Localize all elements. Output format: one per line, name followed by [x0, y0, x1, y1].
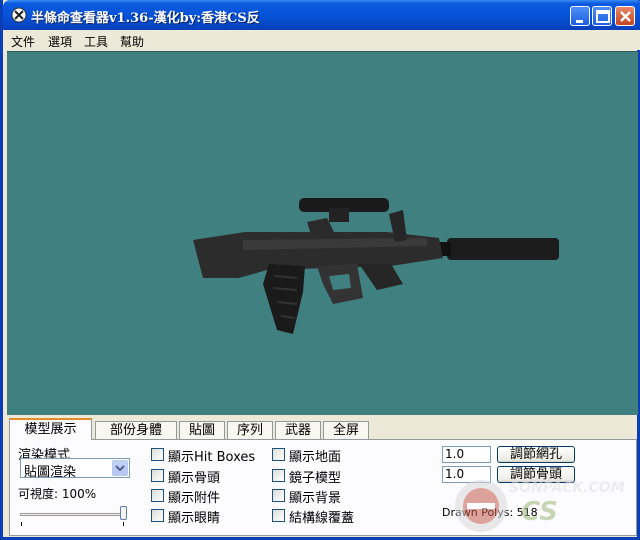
- tab-textures[interactable]: 貼圖: [179, 421, 225, 440]
- maximize-icon: [596, 10, 610, 23]
- minimize-icon: [576, 20, 583, 23]
- close-icon: [620, 11, 631, 22]
- mesh-value-input[interactable]: 1.0: [442, 446, 491, 463]
- show-eyes-label: 顯示眼睛: [168, 511, 221, 526]
- render-mode-select[interactable]: 貼圖渲染: [20, 458, 130, 480]
- show-background-label: 顯示背景: [289, 491, 342, 506]
- adjust-mesh-button[interactable]: 調節網孔: [497, 446, 575, 463]
- maximize-button[interactable]: [592, 6, 612, 26]
- render-mode-value: 貼圖渲染: [24, 465, 77, 480]
- menu-bar: 文件 選項 工具 幫助: [3, 30, 640, 50]
- show-bones-label: 顯示骨頭: [168, 471, 221, 486]
- show-background-checkbox[interactable]: [272, 489, 285, 502]
- model-viewport[interactable]: [7, 51, 638, 415]
- menu-options[interactable]: 選項: [48, 33, 72, 50]
- wireframe-overlay-label: 結構線覆蓋: [289, 511, 355, 526]
- slider-tick: [123, 522, 124, 526]
- show-eyes-checkbox[interactable]: [151, 509, 164, 522]
- mirror-model-checkbox[interactable]: [272, 469, 285, 482]
- show-ground-checkbox[interactable]: [272, 448, 285, 461]
- slider-tick: [21, 522, 22, 526]
- menu-help[interactable]: 幫助: [120, 33, 144, 50]
- menu-tools[interactable]: 工具: [84, 33, 108, 50]
- show-hitboxes-checkbox[interactable]: [151, 448, 164, 461]
- mirror-model-label: 鏡子模型: [289, 471, 342, 486]
- tab-weapons[interactable]: 武器: [275, 421, 321, 440]
- window-title: 半條命查看器v1.36-漢化by:香港CS反: [31, 11, 260, 26]
- show-ground-label: 顯示地面: [289, 450, 342, 465]
- show-hitboxes-label: 顯示Hit Boxes: [168, 450, 256, 465]
- title-bar[interactable]: 半條命查看器v1.36-漢化by:香港CS反: [3, 0, 640, 30]
- visibility-label: 可視度: 100%: [18, 487, 97, 501]
- minimize-button[interactable]: [570, 6, 590, 26]
- close-button[interactable]: [615, 6, 635, 26]
- visibility-slider-thumb[interactable]: [120, 506, 127, 520]
- tab-fullscreen[interactable]: 全屏: [323, 421, 369, 440]
- app-window: 半條命查看器v1.36-漢化by:香港CS反 文件 選項 工具 幫助 模型展示 …: [0, 0, 640, 540]
- tab-sequences[interactable]: 序列: [227, 421, 273, 440]
- chevron-down-icon[interactable]: [112, 460, 128, 476]
- tab-model-display[interactable]: 模型展示: [9, 418, 92, 440]
- show-attachments-checkbox[interactable]: [151, 489, 164, 502]
- rifle-model: [193, 198, 559, 334]
- tab-body-parts[interactable]: 部份身體: [95, 421, 177, 440]
- wireframe-overlay-checkbox[interactable]: [272, 509, 285, 522]
- app-icon: [11, 7, 27, 23]
- watermark-logo: SONPACK.COM CS: [455, 480, 625, 532]
- show-bones-checkbox[interactable]: [151, 469, 164, 482]
- svg-text:CS: CS: [521, 497, 558, 527]
- svg-text:SONPACK.COM: SONPACK.COM: [509, 480, 625, 496]
- show-attachments-label: 顯示附件: [168, 491, 221, 506]
- visibility-slider-track[interactable]: [20, 513, 126, 516]
- menu-file[interactable]: 文件: [11, 33, 35, 50]
